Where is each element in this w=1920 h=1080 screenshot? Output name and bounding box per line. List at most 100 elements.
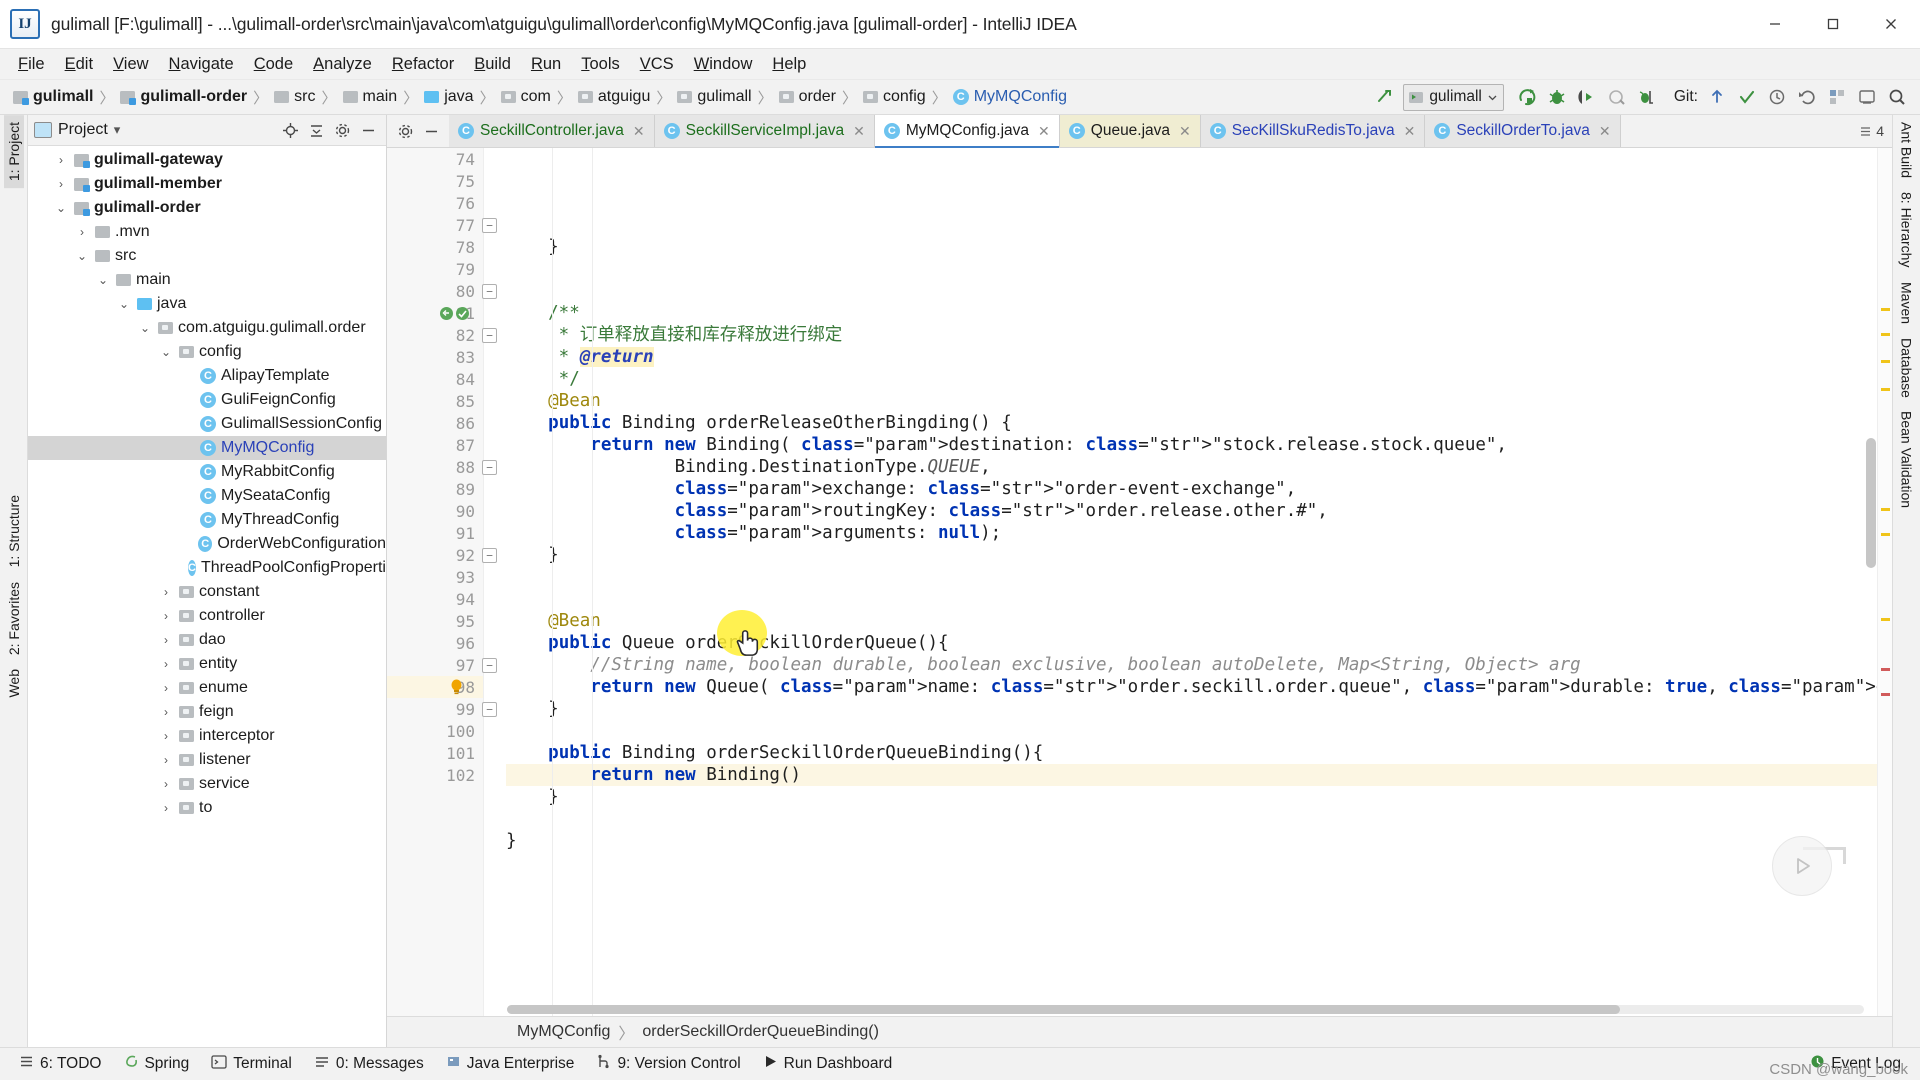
line-number-85[interactable]: 85	[387, 390, 483, 412]
run-with-coverage-icon[interactable]	[1572, 83, 1602, 111]
breadcrumb-item-gulimall-order[interactable]: gulimall-order	[115, 87, 252, 107]
editor-tab-mymqconfig-java[interactable]: C MyMQConfig.java ✕	[874, 115, 1060, 148]
run-icon[interactable]	[1512, 83, 1542, 111]
settings-gear-icon[interactable]	[1852, 83, 1882, 111]
tree-node-config[interactable]: ⌄ config	[28, 340, 386, 364]
editor-tab-seckillcontroller-java[interactable]: C SeckillController.java ✕	[449, 115, 655, 147]
menu-item-code[interactable]: Code	[244, 53, 303, 76]
tool-window-1-structure[interactable]: 1: Structure	[4, 488, 24, 574]
editor-horizontal-scrollbar-track[interactable]	[507, 1005, 1864, 1014]
tree-node-main[interactable]: ⌄ main	[28, 268, 386, 292]
tree-node-service[interactable]: › service	[28, 772, 386, 796]
breadcrumb-bottom[interactable]: MyMQConfig 〉 orderSeckillOrderQueueBinding…	[387, 1016, 1892, 1047]
tree-node-myrabbitconfig[interactable]: ›CMyRabbitConfig	[28, 460, 386, 484]
error-stripe-mark[interactable]	[1881, 693, 1890, 696]
tree-expand-arrow[interactable]: ›	[53, 153, 69, 167]
tool-window-maven[interactable]: Maven	[1897, 275, 1917, 331]
tool-window-bean-validation[interactable]: Bean Validation	[1897, 404, 1917, 515]
editor-tab-seckillserviceimpl-java[interactable]: C SeckillServiceImpl.java ✕	[654, 115, 875, 147]
build-icon[interactable]	[1369, 83, 1399, 111]
tool-window-8-hierarchy[interactable]: 8: Hierarchy	[1897, 185, 1917, 274]
code-line-93[interactable]: //String name, boolean durable, boolean …	[506, 654, 1877, 676]
line-number-95[interactable]: 95	[387, 610, 483, 632]
tree-node-com-atguigu-gulimall-order[interactable]: ⌄ com.atguigu.gulimall.order	[28, 316, 386, 340]
error-stripe-mark[interactable]	[1881, 388, 1890, 391]
tree-node-gulimallsessionconfig[interactable]: ›CGulimallSessionConfig	[28, 412, 386, 436]
line-number-99[interactable]: 99−	[387, 698, 497, 720]
tree-node-constant[interactable]: › constant	[28, 580, 386, 604]
menu-item-help[interactable]: Help	[762, 53, 816, 76]
line-number-98[interactable]: 98	[387, 676, 483, 698]
tree-node-dao[interactable]: › dao	[28, 628, 386, 652]
tree-node-gulimall-order[interactable]: ⌄ gulimall-order	[28, 196, 386, 220]
line-number-101[interactable]: 101	[387, 742, 483, 764]
collapse-all-icon[interactable]	[304, 118, 328, 142]
code-line-86[interactable]: class="param">routingKey: class="str">"o…	[506, 500, 1877, 522]
code-line-99[interactable]: }	[506, 786, 1877, 808]
breadcrumb-item-gulimall[interactable]: gulimall	[672, 87, 756, 107]
code-line-95[interactable]: }	[506, 698, 1877, 720]
tree-expand-arrow[interactable]: ›	[158, 801, 174, 815]
history-icon[interactable]	[1762, 83, 1792, 111]
breadcrumb-item-config[interactable]: config	[858, 87, 931, 107]
status-item-9-version-control[interactable]: 9: Version Control	[585, 1051, 751, 1077]
tree-expand-arrow[interactable]: ⌄	[74, 249, 90, 263]
code-line-92[interactable]: public Queue orderSeckillOrderQueue(){	[506, 632, 1877, 654]
error-stripe-mark[interactable]	[1881, 618, 1890, 621]
tree-node-mymqconfig[interactable]: ›CMyMQConfig	[28, 436, 386, 460]
tree-expand-arrow[interactable]: ›	[158, 753, 174, 767]
editor-tab-queue-java[interactable]: C Queue.java ✕	[1059, 115, 1201, 147]
code-line-97[interactable]: public Binding orderSeckillOrderQueueBin…	[506, 742, 1877, 764]
bottom-breadcrumb-part[interactable]: MyMQConfig	[517, 1023, 610, 1041]
menu-item-refactor[interactable]: Refactor	[382, 53, 464, 76]
line-number-78[interactable]: 78	[387, 236, 483, 258]
line-number-80[interactable]: 80−	[387, 280, 497, 302]
settings-gear-icon[interactable]	[393, 119, 417, 143]
line-number-87[interactable]: 87	[387, 434, 483, 456]
tree-node-alipaytemplate[interactable]: ›CAlipayTemplate	[28, 364, 386, 388]
line-number-92[interactable]: 92−	[387, 544, 497, 566]
line-number-89[interactable]: 89	[387, 478, 483, 500]
attach-debugger-icon[interactable]	[1632, 83, 1662, 111]
close-icon[interactable]: ✕	[1179, 123, 1191, 140]
tree-node--mvn[interactable]: › .mvn	[28, 220, 386, 244]
tree-expand-arrow[interactable]: ›	[158, 705, 174, 719]
status-item-6-todo[interactable]: 6: TODO	[8, 1051, 112, 1077]
tree-node-controller[interactable]: › controller	[28, 604, 386, 628]
breadcrumb-item-com[interactable]: com	[496, 87, 556, 107]
code-line-98[interactable]: return new Binding()	[506, 764, 1877, 786]
floating-play-button[interactable]	[1772, 836, 1832, 896]
tree-node-entity[interactable]: › entity	[28, 652, 386, 676]
tree-node-orderwebconfiguration[interactable]: ›COrderWebConfiguration	[28, 532, 386, 556]
code-editor[interactable]: 74757677−787980−8182−838485868788−899091…	[387, 148, 1892, 1016]
line-number-88[interactable]: 88−	[387, 456, 497, 478]
code-line-79[interactable]: * @return	[506, 346, 1877, 368]
line-number-94[interactable]: 94	[387, 588, 483, 610]
status-item-java-enterprise[interactable]: Java Enterprise	[435, 1051, 586, 1077]
tree-expand-arrow[interactable]: ⌄	[137, 321, 153, 335]
status-item-spring[interactable]: Spring	[112, 1051, 200, 1077]
search-everywhere-icon[interactable]	[1882, 83, 1912, 111]
editor-vertical-scrollbar-thumb[interactable]	[1866, 438, 1876, 568]
settings-gear-icon[interactable]	[330, 118, 354, 142]
bottom-breadcrumb-part[interactable]: orderSeckillOrderQueueBinding()	[642, 1023, 879, 1041]
editor-tab-seckillskuredisto-java[interactable]: C SecKillSkuRedisTo.java ✕	[1200, 115, 1426, 147]
tree-node-listener[interactable]: › listener	[28, 748, 386, 772]
error-stripe-mark[interactable]	[1881, 668, 1890, 671]
tool-window-2-favorites[interactable]: 2: Favorites	[4, 575, 24, 662]
breadcrumb-item-gulimall[interactable]: gulimall	[8, 87, 98, 107]
tool-window-1-project[interactable]: 1: Project	[3, 115, 24, 189]
error-stripe-mark[interactable]	[1881, 533, 1890, 536]
breadcrumb-item-src[interactable]: src	[269, 87, 320, 107]
code-line-80[interactable]: */	[506, 368, 1877, 390]
code-line-84[interactable]: Binding.DestinationType.QUEUE,	[506, 456, 1877, 478]
tree-expand-arrow[interactable]: ›	[53, 177, 69, 191]
tree-expand-arrow[interactable]: ⌄	[53, 201, 69, 215]
line-number-81[interactable]: 81	[387, 302, 483, 324]
editor-horizontal-scrollbar-thumb[interactable]	[507, 1005, 1620, 1014]
menu-item-analyze[interactable]: Analyze	[303, 53, 382, 76]
tree-node-enume[interactable]: › enume	[28, 676, 386, 700]
tree-expand-arrow[interactable]: ›	[74, 225, 90, 239]
tree-expand-arrow[interactable]: ⌄	[95, 273, 111, 287]
status-item-terminal[interactable]: Terminal	[200, 1052, 303, 1077]
